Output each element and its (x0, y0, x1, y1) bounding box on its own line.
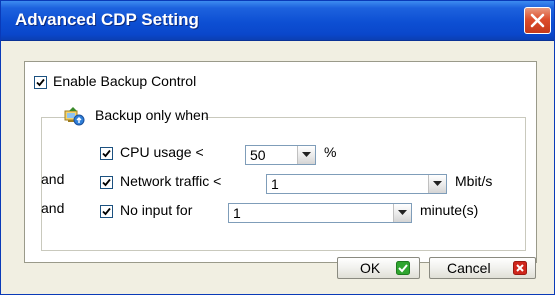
checkmark-icon (102, 207, 111, 216)
settings-panel: Enable Backup Control Backup only when a… (24, 61, 537, 263)
no-input-unit: minute(s) (420, 202, 479, 218)
close-button[interactable] (524, 7, 551, 34)
ok-button-label: OK (360, 260, 381, 276)
cancel-button[interactable]: Cancel (429, 257, 536, 279)
network-dropdown-button[interactable] (428, 175, 446, 193)
no-input-select[interactable]: 1 (228, 203, 412, 223)
cpu-usage-value: 50 (250, 147, 266, 163)
chevron-down-icon (433, 181, 442, 186)
cpu-usage-select[interactable]: 50 (245, 145, 316, 165)
cancel-button-label: Cancel (447, 260, 491, 276)
cancel-x-icon (513, 261, 527, 275)
cpu-unit: % (324, 144, 337, 160)
and-label-2: and (41, 200, 65, 216)
cpu-usage-checkbox[interactable] (100, 147, 113, 160)
chevron-down-icon (398, 210, 407, 215)
dialog-window: Advanced CDP Setting Enable Backup Contr… (0, 0, 555, 295)
no-input-dropdown-button[interactable] (393, 204, 411, 222)
network-unit: Mbit/s (455, 173, 493, 189)
no-input-value: 1 (233, 205, 241, 221)
and-label-1: and (41, 171, 65, 187)
network-traffic-label: Network traffic < (120, 173, 222, 189)
checkmark-icon (102, 178, 111, 187)
enable-backup-checkbox[interactable] (34, 76, 47, 89)
close-icon (530, 13, 545, 28)
group-legend-text: Backup only when (95, 107, 209, 123)
dialog-title: Advanced CDP Setting (15, 10, 199, 29)
ok-button[interactable]: OK (337, 257, 420, 279)
backup-computer-icon (64, 107, 85, 126)
group-legend: Backup only when (64, 106, 209, 128)
network-traffic-checkbox[interactable] (100, 176, 113, 189)
ok-check-icon (396, 261, 410, 275)
no-input-label: No input for (120, 202, 193, 218)
checkmark-icon (102, 149, 111, 158)
network-traffic-value: 1 (271, 176, 279, 192)
cpu-usage-label: CPU usage < (120, 144, 204, 160)
cpu-dropdown-button[interactable] (297, 146, 315, 164)
checkmark-icon (36, 78, 45, 87)
title-bar[interactable]: Advanced CDP Setting (1, 1, 554, 41)
chevron-down-icon (302, 152, 311, 157)
network-traffic-select[interactable]: 1 (266, 174, 447, 194)
dialog-content: Enable Backup Control Backup only when a… (1, 42, 554, 294)
enable-backup-label: Enable Backup Control (53, 73, 197, 89)
no-input-checkbox[interactable] (100, 205, 113, 218)
